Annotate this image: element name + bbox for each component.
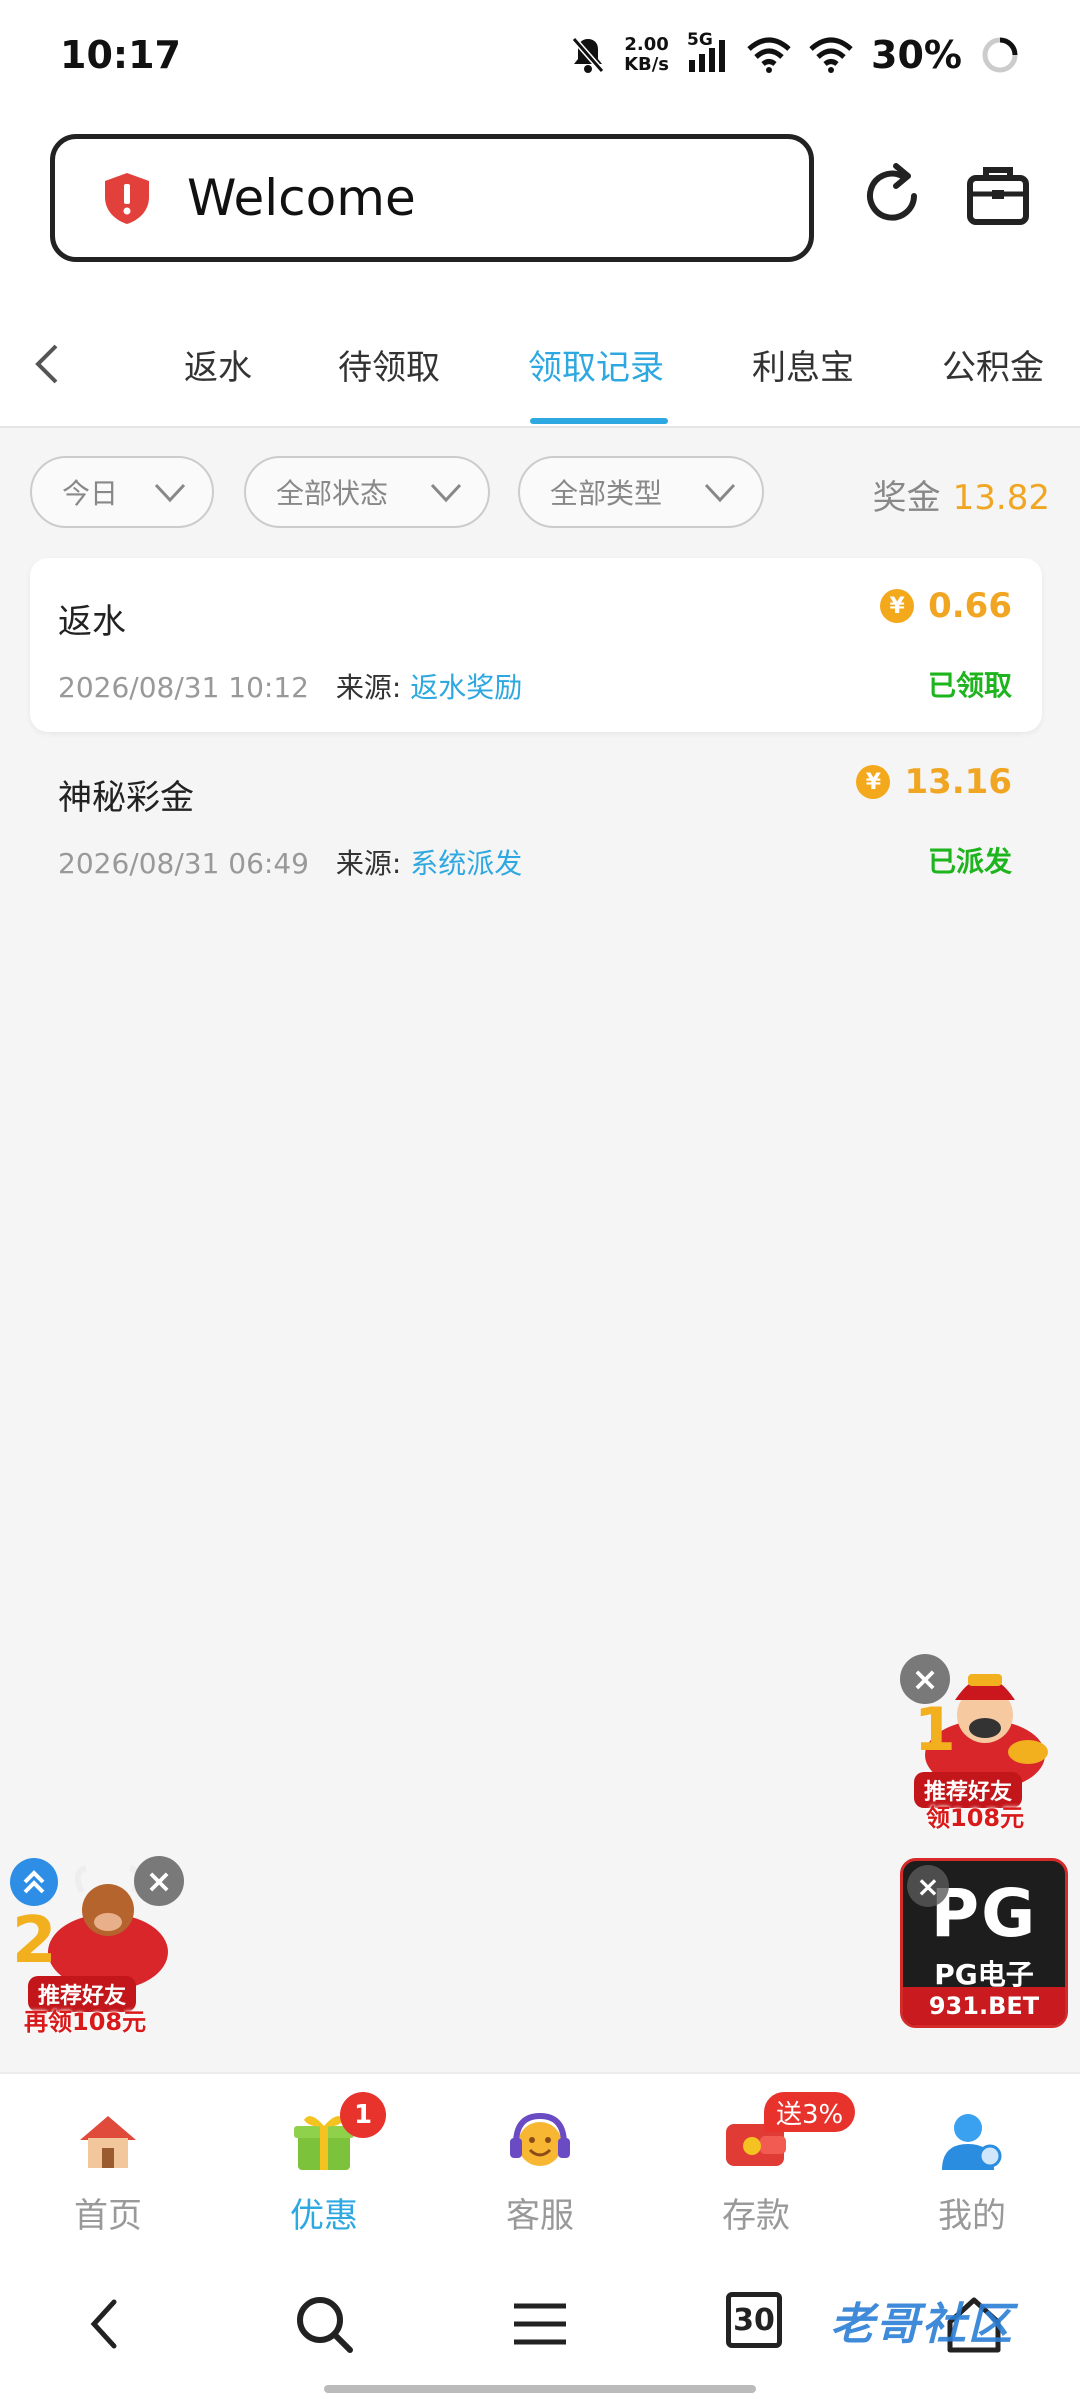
browser-header: Welcome [0,110,1080,300]
back-icon[interactable] [74,2292,138,2356]
record-title: 返水 [58,602,126,642]
wifi-icon [809,37,853,73]
tab-claim-records[interactable]: 领取记录 [528,340,664,389]
filters-row: 今日 全部状态 全部类型 奖金 13.82 [0,456,1080,528]
record-source: 系统派发 [410,847,523,880]
chevron-down-icon [704,483,736,503]
record-datetime: 2026/08/31 06:49 [58,847,309,880]
promo-amount: 再领108元 [24,2008,147,2036]
bonus-label: 奖金 [872,478,941,518]
record-status: 已领取 [927,669,1012,702]
browser-toolbar: 30 老哥社区 [0,2250,1080,2400]
menu-icon[interactable] [508,2292,572,2356]
record-item[interactable]: 神秘彩金 ¥ 13.16 2026/08/31 06:49 来源: 系统派发 已… [30,734,1042,908]
net-speed: 2.00 KB/s [624,35,669,75]
headset-icon [510,2112,570,2166]
pg-promo[interactable]: PG PG电子 931.BET × [900,1858,1068,2028]
close-icon[interactable]: × [134,1856,184,1906]
nav-deposit[interactable]: 送3% 存款 [676,2092,856,2242]
nav-promotions[interactable]: 1 优惠 [244,2092,404,2242]
referral-promo-left[interactable]: 2 推荐好友 再领108元 × [8,1852,188,2036]
record-source: 返水奖励 [410,671,523,704]
record-amount-value: 13.16 [904,762,1012,802]
bottom-nav: 首页 1 优惠 客服 送3% 存款 我的 [0,2072,1080,2250]
tab-count-button[interactable]: 30 [726,2292,782,2348]
type-filter-label: 全部类型 [550,477,663,510]
tab-rebate[interactable]: 返水 [184,340,252,389]
tab-pending[interactable]: 待领取 [338,340,440,389]
nav-label: 优惠 [290,2196,358,2236]
reload-icon[interactable] [856,160,928,232]
tab-interest[interactable]: 利息宝 [752,340,854,389]
status-icons: 2.00 KB/s 5G 30% [570,30,1020,77]
status-filter[interactable]: 全部状态 [244,456,490,528]
record-status: 已派发 [927,845,1012,878]
nav-label: 首页 [74,2196,142,2236]
deposit-bonus-badge: 送3% [764,2092,856,2132]
status-time: 10:17 [60,33,181,77]
date-filter-label: 今日 [62,477,119,510]
coin-icon: ¥ [856,765,891,799]
pg-site: 931.BET [903,1987,1065,2025]
address-text: Welcome [187,169,416,227]
date-filter[interactable]: 今日 [30,456,214,528]
nav-support[interactable]: 客服 [460,2092,620,2242]
tab-provident-fund[interactable]: 公积金 [942,340,1044,389]
network-type: 5G [687,30,713,50]
search-icon[interactable] [292,2292,356,2356]
svg-text:2: 2 [12,1904,57,1978]
status-filter-label: 全部状态 [276,477,389,510]
home-icon [80,2116,136,2168]
battery-level: 30% [871,33,962,77]
signal-icon: 5G [687,30,729,74]
page: 10:17 2.00 KB/s 5G 30% Welcome 返水 待领取 领取… [0,0,1080,2400]
bell-off-icon [570,35,606,75]
user-icon [942,2114,1002,2170]
coin-icon: ¥ [880,589,915,623]
svg-text:1: 1 [914,1695,956,1765]
type-filter[interactable]: 全部类型 [518,456,764,528]
promotions-badge: 1 [340,2092,386,2138]
referral-promo-right[interactable]: 1 推荐好友 领108元 × [900,1654,1070,1832]
close-icon[interactable]: × [907,1865,949,1907]
record-amount: ¥ 13.16 [856,762,1012,802]
record-amount-value: 0.66 [928,586,1012,626]
record-source-label: 来源: [335,671,402,704]
bonus-total: 奖金 13.82 [873,470,1050,519]
nav-label: 存款 [722,2196,790,2236]
nav-label: 我的 [938,2196,1006,2236]
tab-bar: 返水 待领取 领取记录 利息宝 公积金 [0,300,1080,428]
record-item[interactable]: 返水 ¥ 0.66 2026/08/31 10:12 来源: 返水奖励 已领取 [30,558,1042,732]
wifi-icon [747,37,791,73]
chevron-left-icon[interactable] [28,340,68,388]
nav-home[interactable]: 首页 [28,2092,188,2242]
chevron-down-icon [430,483,462,503]
nav-profile[interactable]: 我的 [892,2092,1052,2242]
record-source-label: 来源: [335,847,402,880]
active-tab-indicator [530,418,668,424]
record-meta: 2026/08/31 06:49 来源: 系统派发 [58,842,522,882]
record-amount: ¥ 0.66 [880,586,1012,626]
address-bar[interactable]: Welcome [50,134,814,262]
record-title: 神秘彩金 [58,778,194,818]
loading-icon [980,35,1020,75]
net-speed-unit: KB/s [624,54,670,75]
status-bar: 10:17 2.00 KB/s 5G 30% [0,0,1080,110]
close-icon[interactable]: × [900,1654,950,1704]
home-indicator[interactable] [324,2385,756,2393]
double-chevron-up-icon[interactable] [10,1858,58,1906]
briefcase-icon[interactable] [962,160,1034,232]
nav-label: 客服 [506,2196,574,2236]
promo-amount: 领108元 [926,1804,1025,1832]
chevron-down-icon [154,483,186,503]
bonus-value: 13.82 [952,478,1050,518]
shield-alert-icon [105,173,149,224]
record-meta: 2026/08/31 10:12 来源: 返水奖励 [58,666,522,706]
watermark: 老哥社区 [830,2299,1014,2350]
net-speed-value: 2.00 [624,34,669,55]
record-datetime: 2026/08/31 10:12 [58,671,309,704]
